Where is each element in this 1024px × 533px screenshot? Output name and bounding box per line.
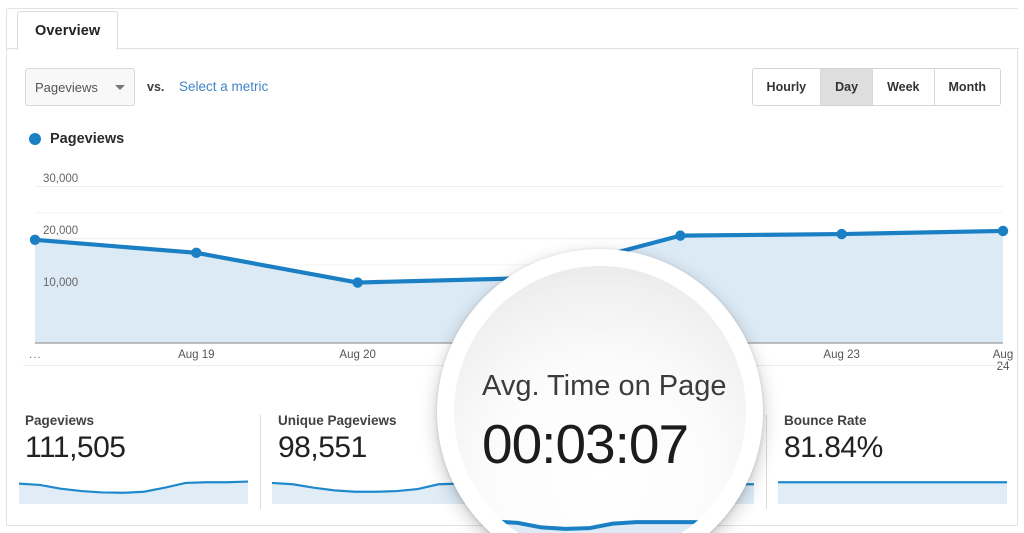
y-axis-tick: 20,000	[43, 224, 79, 237]
x-axis-tick: Aug 19	[178, 349, 215, 361]
metric-card-sparkline	[778, 470, 1007, 504]
granularity-hourly-label: Hourly	[766, 80, 807, 94]
magnifier-lens: Avg. Time on Page 00:03:07	[437, 249, 763, 533]
x-axis-ellipsis: ...	[29, 349, 42, 361]
granularity-week-button[interactable]: Week	[873, 69, 935, 105]
screenshot-root: Overview Pageviews vs. Select a metric H…	[0, 0, 1024, 533]
metric-card-title: Bounce Rate	[784, 413, 867, 428]
metric-select[interactable]: Pageviews	[25, 68, 135, 106]
magnifier-value: 00:03:07	[482, 413, 689, 475]
chart-control-bar: Pageviews vs. Select a metric Hourly Day…	[7, 49, 1019, 117]
x-axis-tick: Aug 23	[823, 349, 860, 361]
chevron-down-icon	[115, 84, 125, 90]
x-axis-tick: Aug 24	[992, 349, 1014, 373]
x-axis-tick: Aug 20	[339, 349, 376, 361]
tab-overview[interactable]: Overview	[17, 11, 119, 50]
granularity-month-button[interactable]: Month	[934, 69, 1000, 105]
granularity-group: Hourly Day Week Month	[751, 68, 1001, 106]
magnifier-title: Avg. Time on Page	[482, 370, 727, 402]
metric-card[interactable]: Bounce Rate 81.84%	[766, 381, 1019, 526]
metric-card-value: 81.84%	[784, 431, 883, 464]
legend-label: Pageviews	[50, 131, 125, 147]
metric-card-sparkline	[19, 470, 248, 504]
metric-card-title: Pageviews	[25, 413, 95, 428]
legend-dot-icon	[29, 133, 41, 145]
metric-card[interactable]: Pageviews 111,505	[7, 381, 260, 526]
metric-select-value: Pageviews	[35, 79, 98, 95]
granularity-week-label: Week	[887, 80, 920, 94]
vs-label: vs.	[147, 80, 165, 94]
granularity-day-button[interactable]: Day	[821, 69, 874, 105]
magnifier-lens-inner: Avg. Time on Page 00:03:07	[454, 266, 746, 533]
granularity-month-label: Month	[948, 80, 986, 94]
y-axis-tick: 30,000	[43, 172, 79, 185]
magnifier-sparkline	[470, 519, 732, 533]
granularity-hourly-button[interactable]: Hourly	[752, 69, 822, 105]
select-a-metric-link[interactable]: Select a metric	[179, 79, 268, 94]
tab-strip: Overview	[7, 9, 1019, 50]
tab-overview-label: Overview	[35, 22, 101, 39]
magnifier-content: Avg. Time on Page 00:03:07	[454, 266, 746, 533]
chart-legend: Pageviews	[29, 131, 124, 147]
metric-card-value: 111,505	[25, 431, 126, 464]
y-axis-tick: 10,000	[43, 276, 79, 289]
granularity-day-label: Day	[835, 80, 859, 94]
